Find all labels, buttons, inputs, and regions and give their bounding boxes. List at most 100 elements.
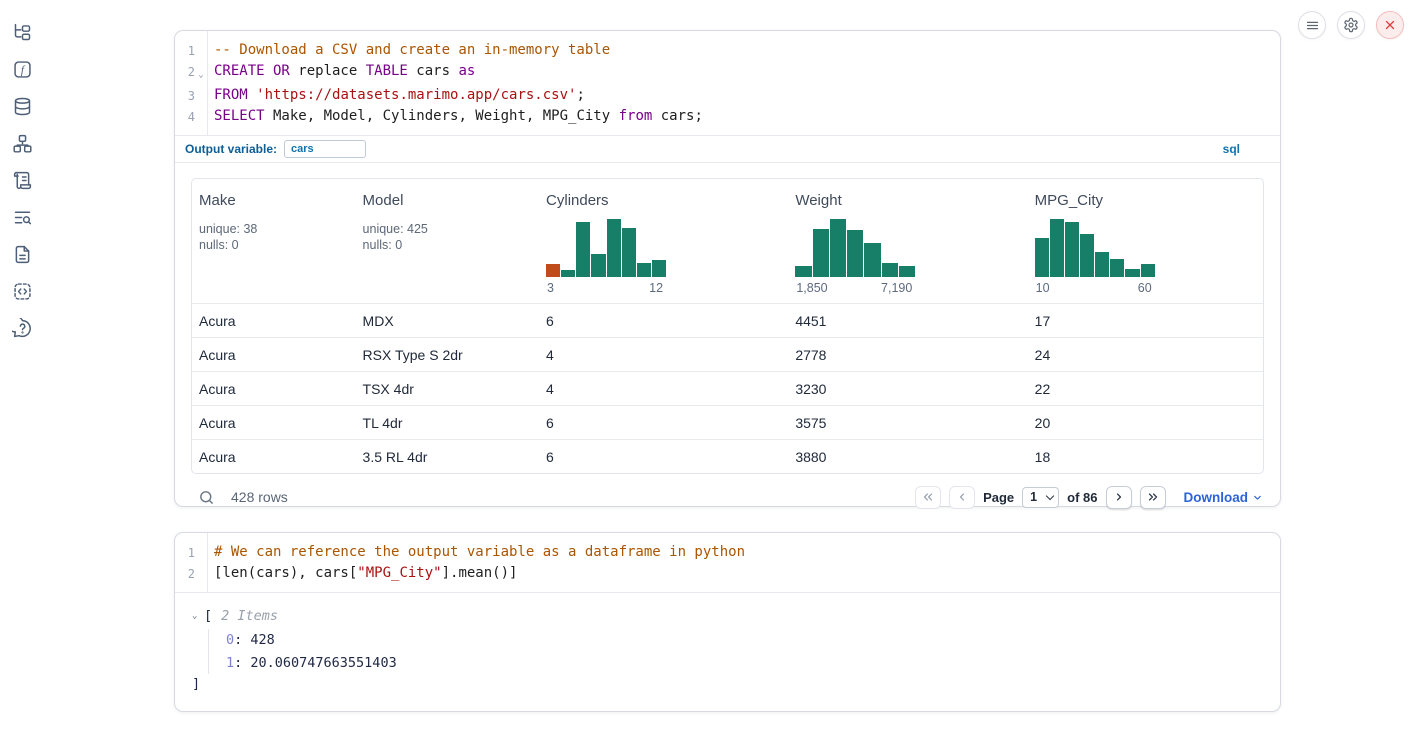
table-cell: 18	[1028, 449, 1263, 465]
output-variable-bar: Output variable: sql	[175, 135, 1280, 162]
histogram-bar	[637, 263, 651, 277]
fold-spacer	[195, 40, 207, 61]
sql-cell: 1 -- Download a CSV and create an in-memo…	[174, 30, 1281, 507]
histogram-bar	[607, 219, 621, 277]
dependency-graph-icon[interactable]	[10, 132, 34, 154]
scratchpad-icon[interactable]	[10, 169, 34, 191]
settings-button[interactable]	[1337, 11, 1365, 39]
search-icon	[198, 489, 215, 506]
language-badge: sql	[1223, 142, 1270, 156]
menu-button[interactable]	[1298, 11, 1326, 39]
gear-icon	[1343, 17, 1359, 33]
code-line: -- Download a CSV and create an in-memor…	[207, 40, 610, 61]
items-count-label: 2 Items	[212, 606, 278, 626]
cylinders-histogram	[546, 219, 666, 277]
database-icon[interactable]	[10, 95, 34, 117]
logs-search-icon[interactable]	[10, 206, 34, 228]
histogram-bar	[813, 229, 829, 277]
help-icon[interactable]	[10, 317, 34, 339]
bracket-open: [	[204, 606, 212, 626]
table-row[interactable]: AcuraRSX Type S 2dr4277824	[192, 337, 1263, 371]
chevrons-right-icon	[1146, 490, 1160, 504]
chevron-right-icon	[1112, 490, 1126, 504]
output-variable-label: Output variable:	[185, 142, 277, 156]
histogram-bar	[591, 254, 605, 277]
chevron-left-icon	[955, 490, 969, 504]
search-button[interactable]	[198, 489, 215, 506]
fold-spacer	[195, 542, 207, 563]
table-cell: 6	[539, 313, 788, 329]
nulls-stat: nulls: 0	[199, 237, 349, 253]
fold-chevron-icon[interactable]: ⌄	[195, 61, 207, 85]
output-variable-input[interactable]	[284, 140, 366, 158]
tree-entry-key: 0	[226, 632, 234, 648]
histogram-bar	[546, 264, 560, 277]
table-cell: MDX	[356, 313, 539, 329]
table-cell: 4	[539, 347, 788, 363]
chevron-down-icon	[1251, 491, 1264, 504]
data-table: Make unique: 38 nulls: 0 Model unique: 4…	[191, 178, 1264, 474]
histogram-bar	[864, 243, 880, 277]
collapse-chevron-icon[interactable]: ⌄	[192, 606, 204, 626]
table-cell: Acura	[192, 381, 356, 397]
table-header-row: Make unique: 38 nulls: 0 Model unique: 4…	[192, 179, 1263, 303]
column-header-cylinders[interactable]: Cylinders 3 12	[539, 179, 788, 303]
table-cell: Acura	[192, 449, 356, 465]
line-number: 1	[175, 40, 195, 61]
table-row[interactable]: AcuraMDX6445117	[192, 303, 1263, 337]
unique-stat: unique: 425	[363, 221, 532, 237]
tree-entry: 1: 20.060747663551403	[226, 652, 1280, 675]
weight-histogram-axis: 1,850 7,190	[795, 281, 913, 295]
histogram-bar	[830, 219, 846, 277]
sidebar-panel-switcher: f	[8, 21, 36, 339]
first-page-button[interactable]	[915, 486, 941, 509]
column-stats: unique: 425 nulls: 0	[363, 221, 532, 253]
previous-page-button[interactable]	[949, 486, 975, 509]
histogram-bar	[652, 260, 666, 277]
line-number: 3	[175, 85, 195, 106]
download-button[interactable]: Download	[1184, 490, 1265, 505]
table-row[interactable]: AcuraTL 4dr6357520	[192, 405, 1263, 439]
histogram-bar	[1050, 219, 1064, 277]
column-header-model[interactable]: Model unique: 425 nulls: 0	[356, 179, 539, 303]
column-title: Weight	[795, 192, 1020, 209]
code-line: [len(cars), cars["MPG_City"].mean()]	[207, 563, 517, 584]
table-cell: 3.5 RL 4dr	[356, 449, 539, 465]
snippets-icon[interactable]	[10, 280, 34, 302]
histogram-bar	[561, 270, 575, 277]
axis-max-label: 60	[1138, 281, 1152, 295]
download-label: Download	[1184, 490, 1249, 505]
table-cell: 3575	[788, 415, 1027, 431]
page-label: Page	[983, 490, 1014, 505]
table-cell: 6	[539, 415, 788, 431]
pagination: Page 1 of 86 Download	[915, 486, 1264, 509]
histogram-bar	[622, 228, 636, 277]
nulls-stat: nulls: 0	[363, 237, 532, 253]
fold-spacer	[195, 106, 207, 127]
table-row[interactable]: Acura3.5 RL 4dr6388018	[192, 439, 1263, 473]
documentation-icon[interactable]	[10, 243, 34, 265]
table-cell: 17	[1028, 313, 1263, 329]
column-header-make[interactable]: Make unique: 38 nulls: 0	[192, 179, 356, 303]
shutdown-button[interactable]	[1376, 11, 1404, 39]
column-header-mpg-city[interactable]: MPG_City 10 60	[1028, 179, 1263, 303]
column-title: Cylinders	[546, 192, 781, 209]
histogram-bar	[1035, 238, 1049, 277]
python-editor[interactable]: 1# We can reference the output variable …	[175, 533, 1280, 592]
table-cell: 20	[1028, 415, 1263, 431]
tree-entry-value: : 428	[234, 632, 275, 648]
page-select[interactable]: 1	[1022, 487, 1059, 508]
axis-max-label: 12	[649, 281, 663, 295]
table-cell: Acura	[192, 347, 356, 363]
histogram-bar	[1110, 259, 1124, 277]
column-header-weight[interactable]: Weight 1,850 7,190	[788, 179, 1027, 303]
last-page-button[interactable]	[1140, 486, 1166, 509]
next-page-button[interactable]	[1106, 486, 1132, 509]
tree-entry-value: : 20.060747663551403	[234, 655, 397, 671]
column-title: MPG_City	[1035, 192, 1256, 209]
file-tree-icon[interactable]	[10, 21, 34, 43]
code-line: FROM 'https://datasets.marimo.app/cars.c…	[207, 85, 585, 106]
table-row[interactable]: AcuraTSX 4dr4323022	[192, 371, 1263, 405]
function-icon[interactable]: f	[10, 58, 34, 80]
sql-editor[interactable]: 1 -- Download a CSV and create an in-memo…	[175, 31, 1280, 135]
